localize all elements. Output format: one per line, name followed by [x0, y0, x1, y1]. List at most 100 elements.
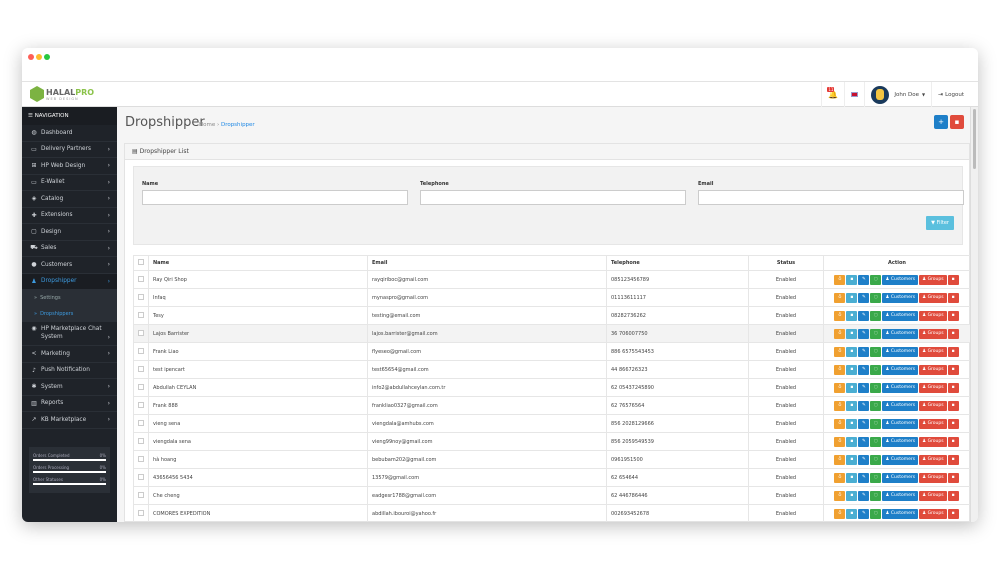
groups-button[interactable]: ♟ Groups: [919, 328, 947, 339]
delete-row-button[interactable]: ▪: [947, 400, 959, 411]
row-checkbox[interactable]: [138, 509, 144, 516]
email-filter-input[interactable]: [698, 190, 964, 205]
edit-button[interactable]: ✎: [858, 364, 870, 375]
delete-row-button[interactable]: ▪: [947, 292, 959, 303]
edit-button[interactable]: ✎: [858, 418, 870, 429]
sidebar-item-dashboard[interactable]: ◍ Dashboard: [22, 125, 117, 142]
scrollbar-thumb[interactable]: [973, 109, 976, 169]
lock-button[interactable]: ▪: [846, 346, 858, 357]
close-window-button[interactable]: [28, 54, 34, 60]
row-checkbox[interactable]: [138, 455, 144, 462]
logout-button[interactable]: ⇥ Logout: [931, 82, 970, 107]
lock-button[interactable]: ▪: [846, 274, 858, 285]
sidebar-item-extensions[interactable]: ✚ Extensions ›: [22, 208, 117, 224]
customers-button[interactable]: ♟ Customers: [882, 274, 919, 285]
row-checkbox[interactable]: [138, 419, 144, 426]
lock-button[interactable]: ▪: [846, 310, 858, 321]
row-checkbox[interactable]: [138, 491, 144, 498]
sidebar-item-kb-marketplace[interactable]: ↗ KB Marketplace ›: [22, 412, 117, 429]
delete-row-button[interactable]: ▪: [947, 346, 959, 357]
row-checkbox[interactable]: [138, 275, 144, 282]
login-button[interactable]: ♁: [834, 364, 846, 375]
customers-button[interactable]: ♟ Customers: [882, 364, 919, 375]
delete-row-button[interactable]: ▪: [947, 418, 959, 429]
customers-button[interactable]: ♟ Customers: [882, 508, 919, 519]
login-button[interactable]: ♁: [834, 310, 846, 321]
whatsapp-button[interactable]: ◌: [870, 364, 882, 375]
sidebar-subitem-dropshippers[interactable]: » Dropshippers: [22, 306, 117, 322]
customers-button[interactable]: ♟ Customers: [882, 292, 919, 303]
row-checkbox[interactable]: [138, 383, 144, 390]
whatsapp-button[interactable]: ◌: [870, 490, 882, 501]
edit-button[interactable]: ✎: [858, 382, 870, 393]
groups-button[interactable]: ♟ Groups: [919, 490, 947, 501]
sidebar-item-sales[interactable]: ⛟ Sales ›: [22, 241, 117, 257]
delete-row-button[interactable]: ▪: [947, 454, 959, 465]
edit-button[interactable]: ✎: [858, 490, 870, 501]
login-button[interactable]: ♁: [834, 472, 846, 483]
sidebar-item-delivery-partners[interactable]: ▭ Delivery Partners ›: [22, 142, 117, 158]
login-button[interactable]: ♁: [834, 382, 846, 393]
breadcrumb-home[interactable]: Home: [199, 122, 215, 128]
login-button[interactable]: ♁: [834, 436, 846, 447]
login-button[interactable]: ♁: [834, 292, 846, 303]
row-checkbox[interactable]: [138, 293, 144, 300]
groups-button[interactable]: ♟ Groups: [919, 436, 947, 447]
delete-row-button[interactable]: ▪: [947, 436, 959, 447]
edit-button[interactable]: ✎: [858, 454, 870, 465]
delete-row-button[interactable]: ▪: [947, 364, 959, 375]
delete-row-button[interactable]: ▪: [947, 490, 959, 501]
edit-button[interactable]: ✎: [858, 292, 870, 303]
customers-button[interactable]: ♟ Customers: [882, 472, 919, 483]
maximize-window-button[interactable]: [44, 54, 50, 60]
edit-button[interactable]: ✎: [858, 274, 870, 285]
whatsapp-button[interactable]: ◌: [870, 400, 882, 411]
breadcrumb-current[interactable]: Dropshipper: [221, 122, 255, 128]
whatsapp-button[interactable]: ◌: [870, 508, 882, 519]
whatsapp-button[interactable]: ◌: [870, 454, 882, 465]
customers-button[interactable]: ♟ Customers: [882, 418, 919, 429]
delete-button[interactable]: ▪: [950, 115, 964, 129]
edit-button[interactable]: ✎: [858, 472, 870, 483]
sidebar-item-reports[interactable]: ▥ Reports ›: [22, 396, 117, 412]
notifications-button[interactable]: 🔔 11: [821, 82, 844, 107]
row-checkbox[interactable]: [138, 311, 144, 318]
logo[interactable]: HALALPRO WEB DESIGN: [30, 86, 94, 102]
groups-button[interactable]: ♟ Groups: [919, 292, 947, 303]
edit-button[interactable]: ✎: [858, 436, 870, 447]
edit-button[interactable]: ✎: [858, 508, 870, 519]
groups-button[interactable]: ♟ Groups: [919, 274, 947, 285]
column-telephone[interactable]: Telephone: [606, 255, 749, 271]
delete-row-button[interactable]: ▪: [947, 274, 959, 285]
groups-button[interactable]: ♟ Groups: [919, 454, 947, 465]
lock-button[interactable]: ▪: [846, 364, 858, 375]
lock-button[interactable]: ▪: [846, 454, 858, 465]
login-button[interactable]: ♁: [834, 274, 846, 285]
lock-button[interactable]: ▪: [846, 472, 858, 483]
groups-button[interactable]: ♟ Groups: [919, 418, 947, 429]
customers-button[interactable]: ♟ Customers: [882, 400, 919, 411]
sidebar-subitem-settings[interactable]: » Settings: [22, 290, 117, 306]
customers-button[interactable]: ♟ Customers: [882, 454, 919, 465]
column-status[interactable]: Status: [748, 255, 824, 271]
lock-button[interactable]: ▪: [846, 490, 858, 501]
whatsapp-button[interactable]: ◌: [870, 472, 882, 483]
groups-button[interactable]: ♟ Groups: [919, 310, 947, 321]
customers-button[interactable]: ♟ Customers: [882, 490, 919, 501]
customers-button[interactable]: ♟ Customers: [882, 382, 919, 393]
delete-row-button[interactable]: ▪: [947, 310, 959, 321]
groups-button[interactable]: ♟ Groups: [919, 400, 947, 411]
column-email[interactable]: Email: [367, 255, 607, 271]
edit-button[interactable]: ✎: [858, 346, 870, 357]
sidebar-item-system[interactable]: ✱ System ›: [22, 379, 117, 396]
edit-button[interactable]: ✎: [858, 328, 870, 339]
sidebar-item-customers[interactable]: ● Customers ›: [22, 257, 117, 274]
row-checkbox[interactable]: [138, 473, 144, 480]
login-button[interactable]: ♁: [834, 490, 846, 501]
lock-button[interactable]: ▪: [846, 382, 858, 393]
row-checkbox[interactable]: [138, 365, 144, 372]
whatsapp-button[interactable]: ◌: [870, 274, 882, 285]
scrollbar[interactable]: [970, 107, 978, 522]
groups-button[interactable]: ♟ Groups: [919, 346, 947, 357]
login-button[interactable]: ♁: [834, 346, 846, 357]
